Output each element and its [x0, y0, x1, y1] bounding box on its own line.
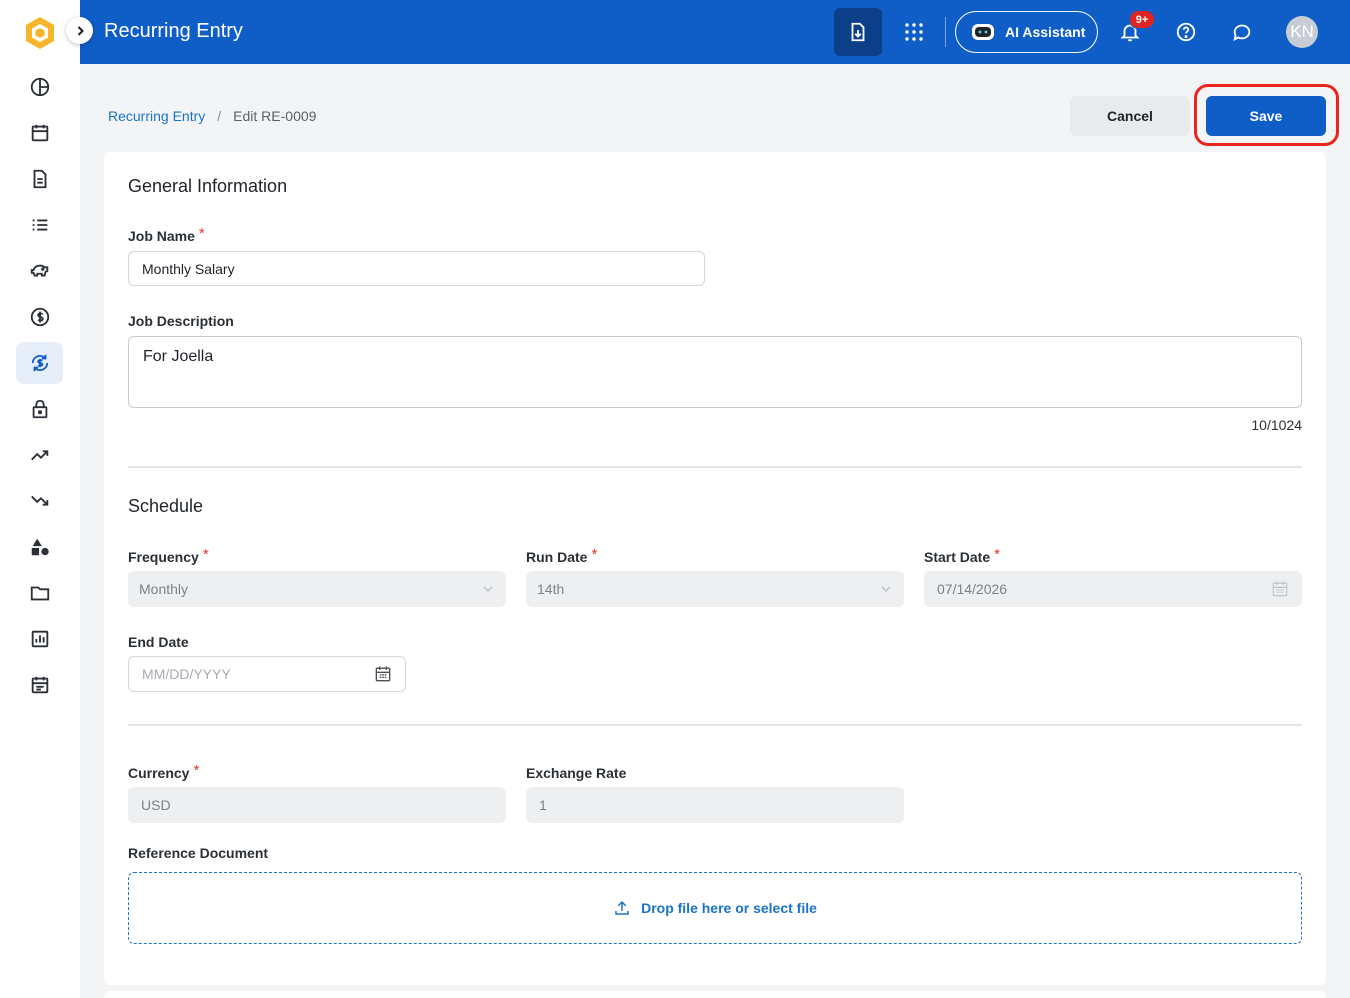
- calendar-icon[interactable]: [373, 664, 393, 684]
- chevron-right-icon: [77, 25, 84, 36]
- sidebar-item-folders[interactable]: [16, 572, 63, 614]
- sidebar-item-documents[interactable]: [16, 158, 63, 200]
- user-avatar[interactable]: KN: [1286, 16, 1318, 48]
- top-header: Recurring Entry AI Assistant 9+ KN: [80, 0, 1350, 64]
- header-divider: [945, 17, 946, 47]
- save-button[interactable]: Save: [1206, 96, 1326, 136]
- sidebar-item-security[interactable]: [16, 388, 63, 430]
- form-card: General Information Job Name * Monthly Sa…: [104, 152, 1326, 985]
- help-button[interactable]: [1170, 16, 1202, 48]
- chevron-down-icon: [880, 585, 892, 593]
- list-icon: [32, 219, 47, 231]
- dropzone-text: Drop file here or select file: [641, 900, 817, 916]
- currency-input: USD: [128, 787, 506, 823]
- job-description-label: Job Description: [128, 313, 234, 329]
- robot-icon: [972, 24, 994, 40]
- required-marker: *: [994, 546, 1000, 563]
- required-marker: *: [198, 225, 205, 242]
- character-counter: 10/1024: [1251, 417, 1302, 433]
- shapes-icon: [31, 538, 49, 556]
- start-date-value: 07/14/2026: [937, 581, 1008, 597]
- sidebar-item-calendar[interactable]: [16, 112, 63, 154]
- chat-button[interactable]: [1226, 16, 1258, 48]
- required-marker: *: [591, 546, 598, 563]
- apps-grid-icon: [905, 23, 923, 41]
- sidebar-item-dashboard[interactable]: [16, 66, 63, 108]
- recurring-dollar-icon: [31, 354, 48, 372]
- sidebar-item-reports[interactable]: [16, 618, 63, 660]
- apps-grid-button[interactable]: [898, 16, 930, 48]
- help-circle-icon: [1176, 22, 1196, 42]
- sidebar-item-payments[interactable]: [16, 296, 63, 338]
- upload-icon: [615, 900, 629, 915]
- section-divider: [128, 466, 1302, 468]
- run-date-label: Run Date *: [526, 546, 598, 565]
- import-button[interactable]: [834, 8, 882, 56]
- chat-bubble-icon: [1233, 24, 1251, 42]
- frequency-label: Frequency *: [128, 546, 209, 565]
- required-marker: *: [202, 546, 209, 563]
- sidebar-expand-button[interactable]: [66, 17, 93, 44]
- end-date-input[interactable]: MM/DD/YYYY: [128, 656, 406, 692]
- job-description-textarea[interactable]: For Joella: [128, 336, 1302, 408]
- exchange-rate-input: 1: [526, 787, 904, 823]
- currency-label: Currency *: [128, 762, 200, 781]
- calendar-icon: [31, 124, 48, 142]
- end-date-placeholder: MM/DD/YYYY: [142, 666, 231, 682]
- file-dropzone[interactable]: Drop file here or select file: [128, 872, 1302, 944]
- chevron-down-icon: [482, 585, 494, 593]
- file-download-icon: [851, 22, 865, 42]
- dashboard-icon: [30, 77, 49, 97]
- report-icon: [31, 630, 48, 648]
- end-date-label: End Date: [128, 634, 189, 650]
- sidebar-item-assets[interactable]: [16, 526, 63, 568]
- breadcrumb-separator: /: [217, 108, 222, 124]
- ai-assistant-button[interactable]: AI Assistant: [955, 11, 1098, 53]
- sidebar-item-expenses[interactable]: [16, 480, 63, 522]
- folder-icon: [30, 586, 49, 601]
- run-date-select: 14th: [526, 571, 904, 607]
- frequency-value: Monthly: [139, 581, 189, 597]
- start-date-label: Start Date *: [924, 546, 1000, 565]
- trending-up-icon: [30, 450, 48, 461]
- breadcrumb-current: Edit RE-0009: [233, 108, 317, 124]
- general-information-title: General Information: [128, 176, 288, 196]
- page-title: Recurring Entry: [104, 20, 243, 42]
- sidebar-item-recurring-entry[interactable]: [16, 342, 63, 384]
- run-date-value: 14th: [537, 581, 565, 597]
- exchange-rate-label: Exchange Rate: [526, 765, 627, 781]
- lock-icon: [32, 399, 47, 419]
- next-card-edge: [104, 991, 1326, 998]
- cancel-button[interactable]: Cancel: [1070, 96, 1190, 136]
- breadcrumb-parent-link[interactable]: Recurring Entry: [108, 108, 205, 124]
- required-marker: *: [193, 762, 200, 779]
- sidebar-item-savings[interactable]: [16, 250, 63, 292]
- breadcrumb: Recurring Entry / Edit RE-0009: [108, 108, 316, 124]
- app-logo-icon[interactable]: [24, 16, 56, 50]
- schedule-icon: [31, 676, 48, 694]
- schedule-title: Schedule: [128, 496, 204, 516]
- document-icon: [33, 169, 46, 189]
- dollar-icon: [30, 307, 49, 327]
- ai-assistant-label: AI Assistant: [1005, 24, 1086, 40]
- job-name-label: Job Name *: [128, 225, 205, 244]
- sidebar-item-schedule[interactable]: [16, 664, 63, 706]
- piggy-bank-icon: [30, 264, 48, 277]
- reference-document-label: Reference Document: [128, 845, 269, 861]
- job-name-input[interactable]: Monthly Salary: [128, 251, 705, 286]
- sidebar-item-list[interactable]: [16, 204, 63, 246]
- sidebar: [0, 0, 80, 998]
- frequency-select: Monthly: [128, 571, 506, 607]
- trending-down-icon: [30, 495, 48, 506]
- sidebar-item-income[interactable]: [16, 434, 63, 476]
- section-divider: [128, 724, 1302, 726]
- calendar-icon: [1270, 579, 1290, 599]
- start-date-input: 07/14/2026: [924, 571, 1302, 607]
- notification-badge: 9+: [1129, 10, 1155, 29]
